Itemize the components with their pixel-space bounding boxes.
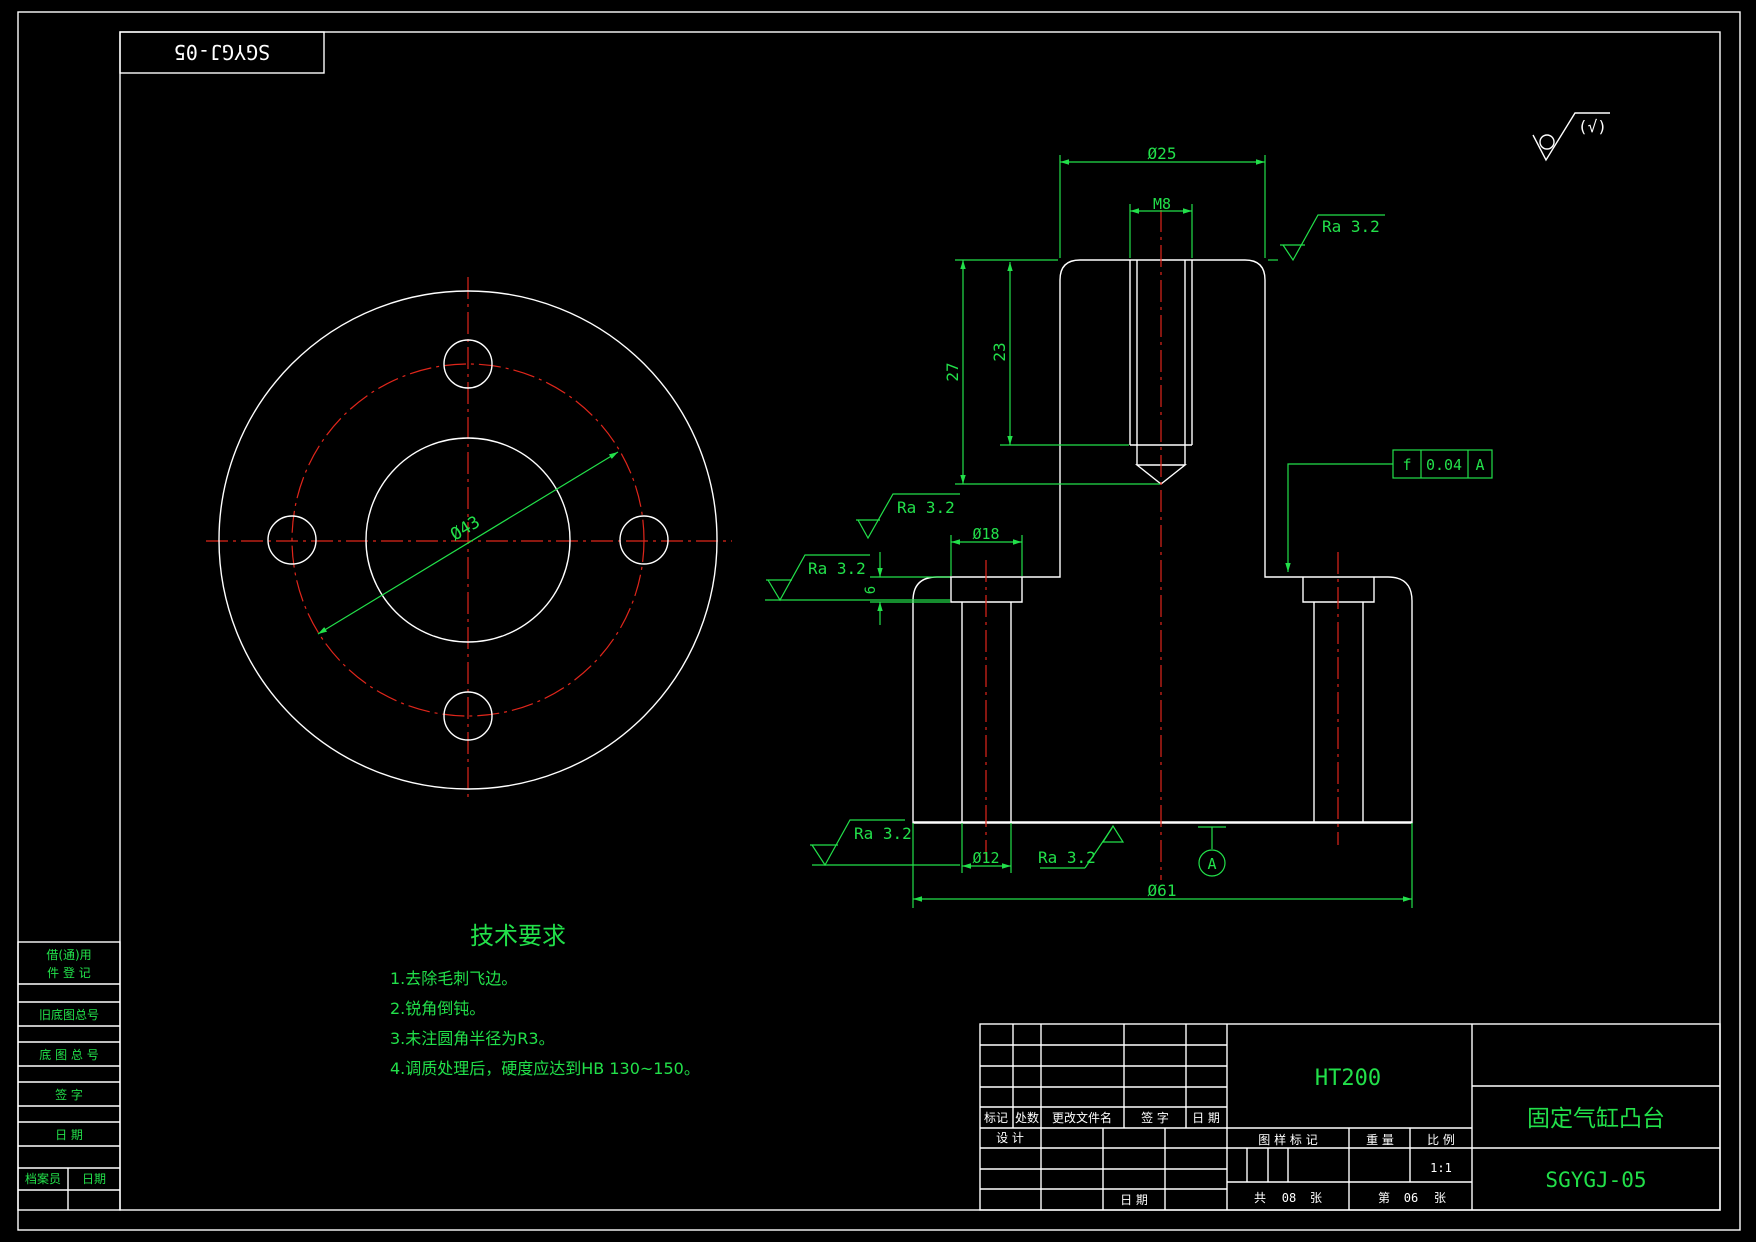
tolerance-value: 0.04 [1426, 456, 1462, 474]
top-view: Ø43 [206, 277, 732, 800]
sheet-number: 06 [1404, 1191, 1418, 1205]
design-label: 设 计 [996, 1131, 1024, 1145]
part-name: 固定气缸凸台 [1527, 1106, 1665, 1132]
tech-req-item: 3.未注圆角半径为R3。 [390, 1029, 555, 1048]
section-view [912, 210, 1413, 880]
roughness-bottom-mid: Ra 3.2 [1038, 824, 1125, 869]
roughness-step: Ra 3.2 [856, 493, 960, 540]
material: HT200 [1315, 1066, 1381, 1091]
roughness-bottom-left-label: Ra 3.2 [854, 824, 912, 843]
panel-text: 档案员 [25, 1171, 61, 1186]
panel-text: 日期 [82, 1172, 106, 1186]
d61-label: Ø61 [1148, 881, 1177, 900]
roughness-bottom-mid-label: Ra 3.2 [1038, 848, 1096, 867]
panel-text: 底 图 总 号 [39, 1047, 98, 1062]
datum-a-label: A [1207, 855, 1216, 873]
scale-label: 比 例 [1427, 1133, 1455, 1147]
section-dimensions: Ø25 M8 27 23 Ø18 6 Ø12 Ø61 [863, 144, 1413, 908]
technical-requirements: 技术要求 1.去除毛刺飞边。 2.锐角倒钝。 3.未注圆角半径为R3。 4.调质… [390, 922, 700, 1078]
roughness-top: Ra 3.2 [1268, 214, 1385, 262]
sheet-label: 张 [1434, 1191, 1446, 1205]
tech-req-title: 技术要求 [470, 922, 566, 950]
roughness-step-label: Ra 3.2 [897, 498, 955, 517]
d25-label: Ø25 [1148, 144, 1177, 163]
rev-header: 标记 [984, 1111, 1008, 1125]
scale-value: 1:1 [1430, 1161, 1452, 1175]
weight-label: 重 量 [1366, 1133, 1394, 1147]
total-sheets: 08 [1282, 1191, 1296, 1205]
roughness-symbol-text: (√) [1578, 117, 1607, 136]
panel-text: 旧底图总号 [39, 1007, 99, 1022]
tech-req-item: 4.调质处理后，硬度应达到HB 130~150。 [390, 1059, 700, 1078]
m8-label: M8 [1153, 195, 1171, 213]
h23-label: 23 [990, 342, 1009, 361]
title-block: HT200 固定气缸凸台 SGYGJ-05 标记 处数 更改文件名 签 字 日 … [979, 1023, 1721, 1211]
date-label: 日 期 [1120, 1193, 1148, 1207]
rev-header: 日 期 [1192, 1111, 1220, 1125]
panel-text: 日 期 [55, 1128, 83, 1142]
tech-req-item: 1.去除毛刺飞边。 [390, 969, 517, 988]
h6-label: 6 [863, 586, 879, 594]
roughness-left-label: Ra 3.2 [808, 559, 866, 578]
tech-req-item: 2.锐角倒钝。 [390, 999, 485, 1018]
drawing-number: SGYGJ-05 [1545, 1168, 1646, 1192]
inner-border [119, 31, 1721, 1211]
tolerance-frame: f 0.04 A [1285, 449, 1493, 572]
sheet-label: 第 [1378, 1191, 1390, 1205]
outer-border [17, 11, 1741, 1231]
tolerance-symbol: f [1402, 456, 1411, 474]
datum-a: A [1198, 826, 1226, 877]
tolerance-datum: A [1475, 456, 1484, 474]
rev-header: 签 字 [1141, 1110, 1169, 1125]
total-label: 张 [1310, 1191, 1322, 1205]
panel-text: 件 登 记 [47, 965, 91, 980]
total-label: 共 [1254, 1191, 1266, 1205]
panel-text: 借(通)用 [46, 948, 91, 962]
roughness-top-label: Ra 3.2 [1322, 217, 1380, 236]
panel-text: 签 字 [55, 1087, 83, 1102]
h27-label: 27 [943, 362, 962, 381]
rev-header: 更改文件名 [1052, 1110, 1112, 1125]
cad-drawing: SGYGJ-05 (√) Ø43 Ø25 M8 27 23 Ø18 6 Ø12 … [17, 11, 1741, 1231]
roughness-bottom-left: Ra 3.2 [810, 819, 960, 867]
d12-label: Ø12 [972, 849, 999, 867]
d18-label: Ø18 [972, 525, 999, 543]
left-record-panel: 借(通)用 件 登 记 旧底图总号 底 图 总 号 签 字 日 期 档案员 日期 [17, 941, 121, 1211]
rev-header: 处数 [1015, 1110, 1039, 1125]
pattern-mark-label: 图 样 标 记 [1258, 1132, 1317, 1147]
general-roughness-symbol: (√) [1532, 112, 1610, 162]
d43-label: Ø43 [447, 512, 484, 545]
corner-code: SGYGJ-05 [174, 40, 270, 64]
